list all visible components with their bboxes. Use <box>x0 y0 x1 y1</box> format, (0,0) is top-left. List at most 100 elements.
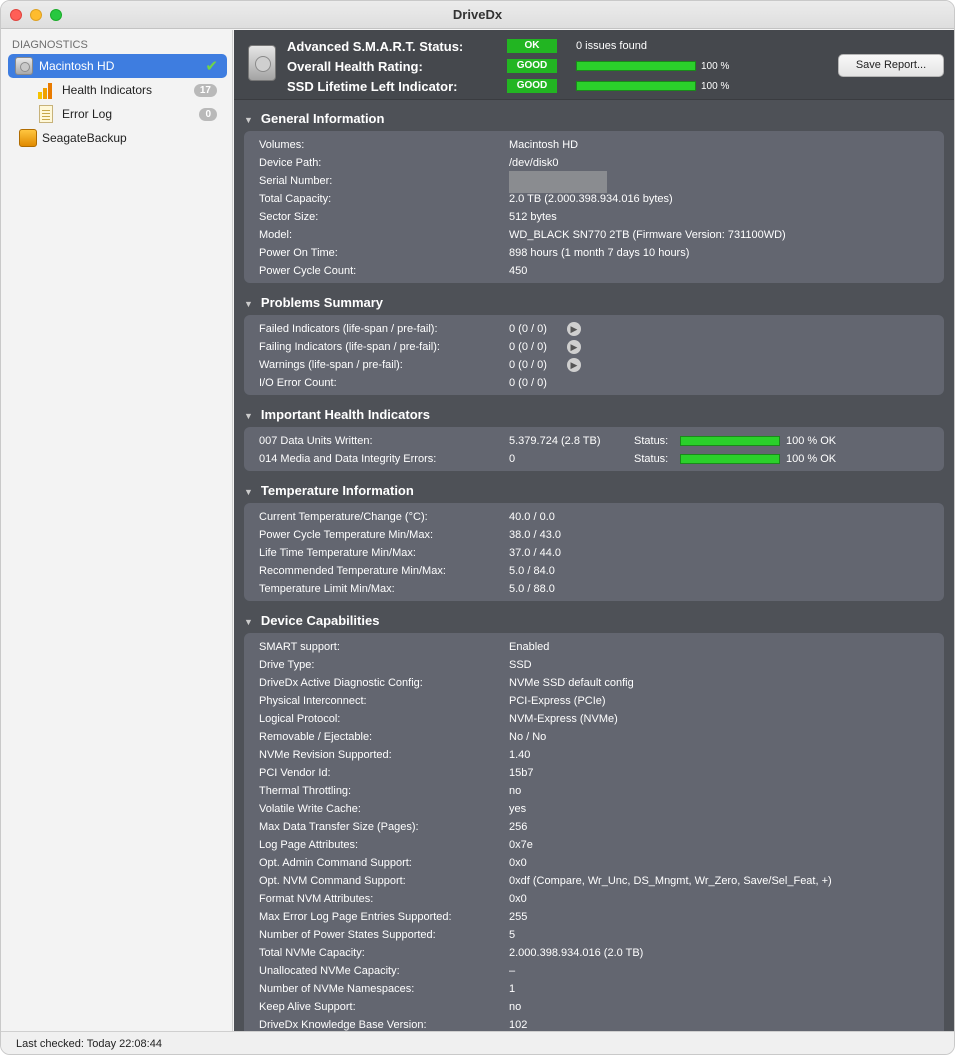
row-label: Keep Alive Support: <box>259 1001 356 1013</box>
info-row-thermal-throttling: Thermal Throttling: no <box>259 782 944 800</box>
info-row-unallocated-nvme-capacity: Unallocated NVMe Capacity: – <box>259 962 944 980</box>
bar-chart-icon <box>38 81 56 99</box>
row-label: Life Time Temperature Min/Max: <box>259 547 416 559</box>
row-label: Failing Indicators (life-span / pre-fail… <box>259 341 440 353</box>
info-row-failing-indicators-life-span-pre-fail: Failing Indicators (life-span / pre-fail… <box>259 338 944 356</box>
row-value: 2.0 TB (2.000.398.934.016 bytes) <box>509 193 673 205</box>
disclosure-triangle-icon[interactable]: ▼ <box>244 487 253 497</box>
row-value: 0 (0 / 0) <box>509 377 547 389</box>
main-content[interactable]: Advanced S.M.A.R.T. Status: OK 0 issues … <box>234 30 954 1031</box>
info-row-failed-indicators-life-span-pre-fail: Failed Indicators (life-span / pre-fail)… <box>259 320 944 338</box>
info-row-life-time-temperature-min-max: Life Time Temperature Min/Max: 37.0 / 44.… <box>259 544 944 562</box>
row-value: 898 hours (1 month 7 days 10 hours) <box>509 247 690 259</box>
row-value: 5.379.724 (2.8 TB) <box>509 435 601 447</box>
status-percent: 100 % OK <box>786 435 837 447</box>
sidebar-item-label: Error Log <box>62 107 113 121</box>
details-arrow-icon[interactable]: ▶ <box>567 322 581 336</box>
row-label: 014 Media and Data Integrity Errors: <box>259 453 437 465</box>
row-value: 1 <box>509 983 516 995</box>
status-progress-bar <box>680 436 780 446</box>
row-label: Total NVMe Capacity: <box>259 947 365 959</box>
count-badge: 0 <box>199 107 217 121</box>
disclosure-triangle-icon[interactable]: ▼ <box>244 299 253 309</box>
smart-status-label: Advanced S.M.A.R.T. Status: <box>287 39 464 54</box>
row-value: 0xdf (Compare, Wr_Unc, DS_Mngmt, Wr_Zero… <box>509 875 832 887</box>
row-value: NVM-Express (NVMe) <box>509 713 618 725</box>
row-label: Power On Time: <box>259 247 338 259</box>
row-label: Opt. NVM Command Support: <box>259 875 406 887</box>
row-label: Max Data Transfer Size (Pages): <box>259 821 419 833</box>
info-row-logical-protocol: Logical Protocol: NVM-Express (NVMe) <box>259 710 944 728</box>
row-label: Volumes: <box>259 139 305 151</box>
row-label: SMART support: <box>259 641 340 653</box>
row-label: DriveDx Active Diagnostic Config: <box>259 677 423 689</box>
row-label: Thermal Throttling: <box>259 785 352 797</box>
row-value: Enabled <box>509 641 550 653</box>
section-problems-summary[interactable]: ▼ Problems Summary <box>244 295 383 310</box>
info-row-014-media-and-data-integrity-errors: 014 Media and Data Integrity Errors: 0 Sta… <box>259 450 944 468</box>
section-title: Important Health Indicators <box>260 407 430 422</box>
info-row-opt-nvm-command-support: Opt. NVM Command Support: 0xdf (Compare, … <box>259 872 944 890</box>
row-value: 40.0 / 0.0 <box>509 511 555 523</box>
sidebar-item-seagatebackup[interactable]: SeagateBackup <box>8 126 227 150</box>
hard-drive-icon <box>15 57 33 75</box>
info-row-serial-number: Serial Number: <box>259 171 944 193</box>
row-label: 007 Data Units Written: <box>259 435 373 447</box>
info-row-keep-alive-support: Keep Alive Support: no <box>259 998 944 1016</box>
section-general-information[interactable]: ▼ General Information <box>244 111 384 126</box>
last-checked-text: Last checked: Today 22:08:44 <box>16 1038 162 1050</box>
section-important-health-indicators[interactable]: ▼ Important Health Indicators <box>244 407 430 422</box>
info-row-number-of-power-states-supported: Number of Power States Supported: 5 <box>259 926 944 944</box>
sidebar-item-macintosh-hd[interactable]: Macintosh HD ✔ <box>8 54 227 78</box>
info-row-drive-type: Drive Type: SSD <box>259 656 944 674</box>
row-value: 256 <box>509 821 528 833</box>
info-row-max-error-log-page-entries-supported: Max Error Log Page Entries Supported: 255 <box>259 908 944 926</box>
general-information-panel: Volumes: Macintosh HD Device Path: /dev/dis… <box>244 131 944 283</box>
health-rating-label: Overall Health Rating: <box>287 59 423 74</box>
info-row-total-capacity: Total Capacity: 2.0 TB (2.000.398.934.016… <box>259 190 944 208</box>
section-temperature-information[interactable]: ▼ Temperature Information <box>244 483 414 498</box>
row-value: 2.000.398.934.016 (2.0 TB) <box>509 947 644 959</box>
sidebar: DIAGNOSTICS Macintosh HD ✔ Health Indica… <box>1 30 233 1031</box>
row-value: 1.40 <box>509 749 531 761</box>
info-row-number-of-nvme-namespaces: Number of NVMe Namespaces: 1 <box>259 980 944 998</box>
health-rating-percent: 100 % <box>701 61 730 72</box>
row-value: 0x0 <box>509 893 527 905</box>
info-row-format-nvm-attributes: Format NVM Attributes: 0x0 <box>259 890 944 908</box>
row-value: /dev/disk0 <box>509 157 559 169</box>
sidebar-item-label: Macintosh HD <box>39 59 115 73</box>
row-value: 255 <box>509 911 528 923</box>
section-device-capabilities[interactable]: ▼ Device Capabilities <box>244 613 379 628</box>
section-title: Problems Summary <box>260 295 384 310</box>
sidebar-item-health-indicators[interactable]: Health Indicators 17 <box>8 78 227 102</box>
row-label: DriveDx Knowledge Base Version: <box>259 1019 427 1031</box>
section-title: Temperature Information <box>260 483 414 498</box>
row-label: Power Cycle Temperature Min/Max: <box>259 529 434 541</box>
status-summary: Advanced S.M.A.R.T. Status: OK 0 issues … <box>234 30 954 100</box>
row-value: PCI-Express (PCIe) <box>509 695 606 707</box>
app-window: DriveDx DIAGNOSTICS Macintosh HD ✔ Healt… <box>0 0 955 1055</box>
row-value: 15b7 <box>509 767 534 779</box>
ssd-lifetime-badge: GOOD <box>507 79 557 93</box>
section-title: General Information <box>260 111 385 126</box>
sidebar-item-error-log[interactable]: Error Log 0 <box>8 102 227 126</box>
details-arrow-icon[interactable]: ▶ <box>567 358 581 372</box>
status-bar: Last checked: Today 22:08:44 <box>1 1031 954 1054</box>
ssd-lifetime-bar <box>576 81 696 91</box>
row-value: 37.0 / 44.0 <box>509 547 561 559</box>
row-label: Drive Type: <box>259 659 315 671</box>
ssd-lifetime-percent: 100 % <box>701 81 730 92</box>
save-report-button[interactable]: Save Report... <box>838 54 944 77</box>
status-label: Status: <box>634 453 669 465</box>
disclosure-triangle-icon[interactable]: ▼ <box>244 617 253 627</box>
info-row-drivedx-active-diagnostic-config: DriveDx Active Diagnostic Config: NVMe SS… <box>259 674 944 692</box>
row-value: No / No <box>509 731 547 743</box>
details-arrow-icon[interactable]: ▶ <box>567 340 581 354</box>
disclosure-triangle-icon[interactable]: ▼ <box>244 115 253 125</box>
checkmark-icon: ✔ <box>205 58 218 75</box>
info-row-current-temperature-change-c: Current Temperature/Change (°C): 40.0 / 0… <box>259 508 944 526</box>
info-row-max-data-transfer-size-pages: Max Data Transfer Size (Pages): 256 <box>259 818 944 836</box>
row-label: Total Capacity: <box>259 193 332 205</box>
disclosure-triangle-icon[interactable]: ▼ <box>244 411 253 421</box>
row-label: Format NVM Attributes: <box>259 893 374 905</box>
